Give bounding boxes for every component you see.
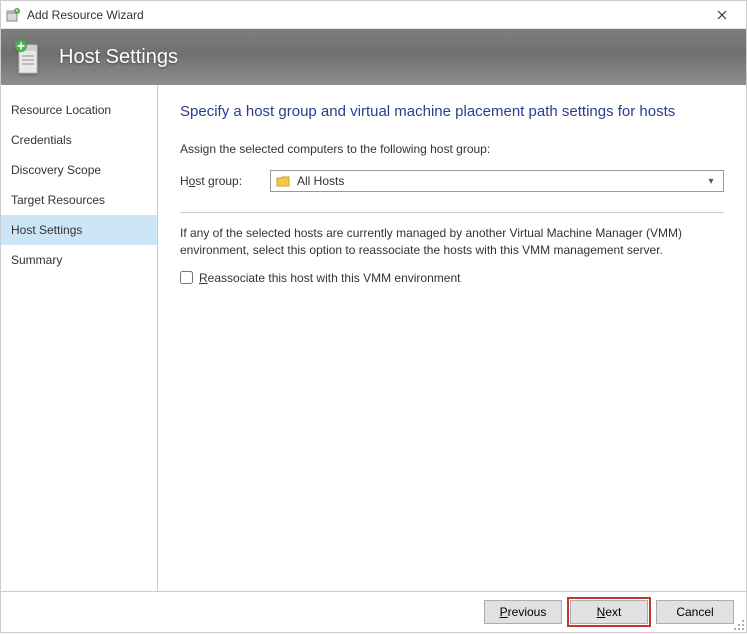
sidebar-item-credentials[interactable]: Credentials [1, 125, 157, 155]
reassociate-note: If any of the selected hosts are current… [180, 225, 724, 259]
sidebar-item-resource-location[interactable]: Resource Location [1, 95, 157, 125]
next-button[interactable]: Next [570, 600, 648, 624]
previous-button[interactable]: Previous [484, 600, 562, 624]
reassociate-checkbox-row[interactable]: Reassociate this host with this VMM envi… [180, 271, 724, 285]
server-add-icon [13, 37, 45, 77]
sidebar-item-summary[interactable]: Summary [1, 245, 157, 275]
resize-grip-icon[interactable] [733, 619, 745, 631]
app-icon [5, 7, 21, 23]
host-group-row: Host group: All Hosts ▾ [180, 170, 724, 192]
sidebar-item-target-resources[interactable]: Target Resources [1, 185, 157, 215]
page-heading: Specify a host group and virtual machine… [180, 103, 724, 120]
sidebar-item-host-settings[interactable]: Host Settings [1, 215, 157, 245]
cancel-button[interactable]: Cancel [656, 600, 734, 624]
host-group-select[interactable]: All Hosts ▾ [270, 170, 724, 192]
instruction-text: Assign the selected computers to the fol… [180, 142, 724, 156]
window-title: Add Resource Wizard [27, 8, 702, 22]
wizard-steps-sidebar: Resource Location Credentials Discovery … [1, 85, 158, 591]
reassociate-checkbox-label: Reassociate this host with this VMM envi… [199, 271, 460, 285]
chevron-down-icon: ▾ [703, 176, 719, 187]
reassociate-checkbox[interactable] [180, 271, 193, 284]
wizard-body: Resource Location Credentials Discovery … [1, 85, 746, 591]
section-divider [180, 212, 724, 213]
sidebar-item-discovery-scope[interactable]: Discovery Scope [1, 155, 157, 185]
host-group-value: All Hosts [297, 174, 703, 188]
close-button[interactable] [702, 2, 742, 28]
wizard-main: Specify a host group and virtual machine… [158, 85, 746, 591]
wizard-header: Host Settings [1, 29, 746, 85]
folder-icon [275, 173, 291, 189]
wizard-header-title: Host Settings [59, 46, 178, 69]
wizard-footer: Previous Next Cancel [1, 591, 746, 632]
titlebar: Add Resource Wizard [1, 1, 746, 29]
host-group-label: Host group: [180, 174, 270, 188]
